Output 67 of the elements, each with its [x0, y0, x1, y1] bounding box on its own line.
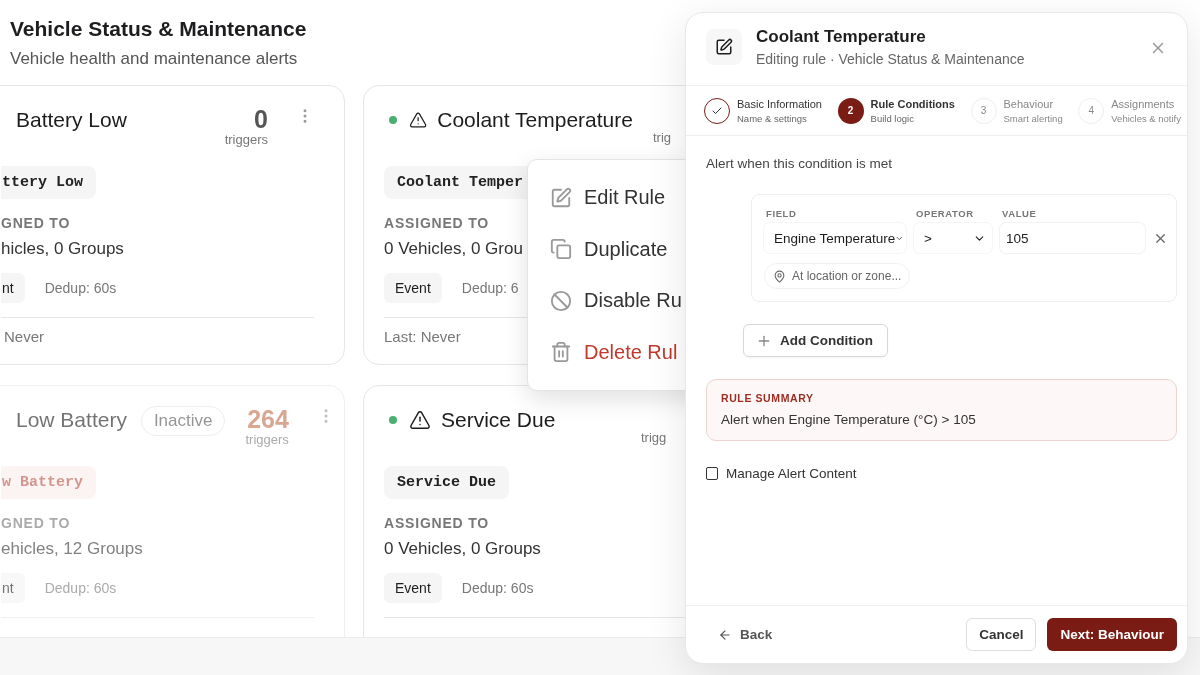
step-caption: Build logic: [870, 112, 915, 124]
trigger-count: 264: [247, 406, 289, 432]
checkbox-label: Manage Alert Content: [726, 466, 857, 481]
dedup-text: Dedup: 6: [461, 280, 519, 296]
step-title: Assignments: [1111, 97, 1176, 110]
assigned-label: ASSIGNED TO: [384, 515, 489, 531]
step-caption: Smart alerting: [1003, 112, 1063, 124]
type-tag: nt: [1, 273, 25, 303]
rule-title: Coolant Temperature: [437, 107, 633, 133]
page-title: Vehicle Status & Maintenance: [10, 16, 307, 42]
edit-icon: [550, 186, 572, 209]
assigned-value: 0 Vehicles, 0 Grou: [384, 239, 523, 259]
value-label: VALUE: [1001, 208, 1038, 219]
dialog-title: Coolant Temperature: [756, 27, 927, 47]
step-caption: Vehicles & notify: [1111, 112, 1181, 124]
step-title: Basic Information: [737, 97, 822, 110]
trigger-label: trig: [652, 130, 672, 145]
dedup-text: Dedup: 60s: [44, 280, 117, 296]
last-triggered: Last: Never: [384, 328, 461, 345]
last-triggered: Never: [3, 328, 44, 345]
dedup-text: Dedup: 60s: [461, 580, 534, 596]
next-button[interactable]: Next: Behaviour: [1047, 618, 1177, 651]
step-indicator[interactable]: 2: [837, 97, 864, 124]
trigger-label: triggers: [245, 432, 289, 447]
operator-label: OPERATOR: [915, 208, 975, 219]
edit-icon: [715, 38, 733, 56]
assigned-value: 0 Vehicles, 0 Groups: [384, 539, 541, 559]
trash-icon: [550, 341, 572, 364]
assigned-value: ehicles, 12 Groups: [1, 539, 143, 559]
summary-label: RULE SUMMARY: [721, 392, 815, 404]
assigned-value: hicles, 0 Groups: [1, 239, 124, 259]
operator-select[interactable]: >: [914, 223, 992, 253]
trigger-label: trigg: [641, 430, 667, 445]
warning-icon: [409, 409, 431, 431]
step-caption: Name & settings: [737, 112, 808, 124]
rule-title: Battery Low: [16, 107, 127, 133]
rule-title: Low Battery: [16, 407, 127, 433]
summary-text: Alert when Engine Temperature (°C) > 105: [721, 412, 977, 427]
condition-intro: Alert when this condition is met: [706, 156, 894, 171]
type-tag: Event: [384, 573, 442, 603]
dialog-subtitle: Editing rule · Vehicle Status & Maintenance: [756, 51, 1026, 67]
copy-icon: [550, 238, 572, 261]
dedup-text: Dedup: 60s: [44, 580, 117, 596]
rule-code-chip: Service Due: [384, 466, 510, 499]
step-title: Behaviour: [1003, 97, 1055, 110]
ban-icon: [550, 289, 572, 312]
rule-code-chip: w Battery: [1, 466, 96, 499]
rule-code-chip: ttery Low: [1, 166, 96, 199]
type-tag: Event: [384, 273, 442, 303]
assigned-label: GNED TO: [1, 515, 71, 531]
field-select[interactable]: Engine Temperature: [764, 223, 906, 253]
back-button[interactable]: Back: [706, 627, 785, 642]
checkbox[interactable]: [706, 467, 718, 480]
assigned-label: ASSIGNED TO: [384, 215, 489, 231]
assigned-label: GNED TO: [1, 215, 71, 231]
step-title: Rule Conditions: [870, 97, 955, 110]
rule-title: Service Due: [441, 407, 556, 433]
page-subtitle: Vehicle health and maintenance alerts: [10, 48, 298, 70]
field-label: FIELD: [765, 208, 798, 219]
pin-icon: [773, 269, 786, 283]
location-button[interactable]: At location or zone...: [764, 263, 911, 289]
trigger-label: triggers: [224, 132, 268, 147]
trigger-count: 0: [254, 106, 268, 132]
value-input[interactable]: 105: [1000, 223, 1145, 253]
add-condition-button[interactable]: Add Condition: [743, 324, 888, 357]
type-tag: nt: [1, 573, 25, 603]
cancel-button[interactable]: Cancel: [966, 618, 1037, 651]
